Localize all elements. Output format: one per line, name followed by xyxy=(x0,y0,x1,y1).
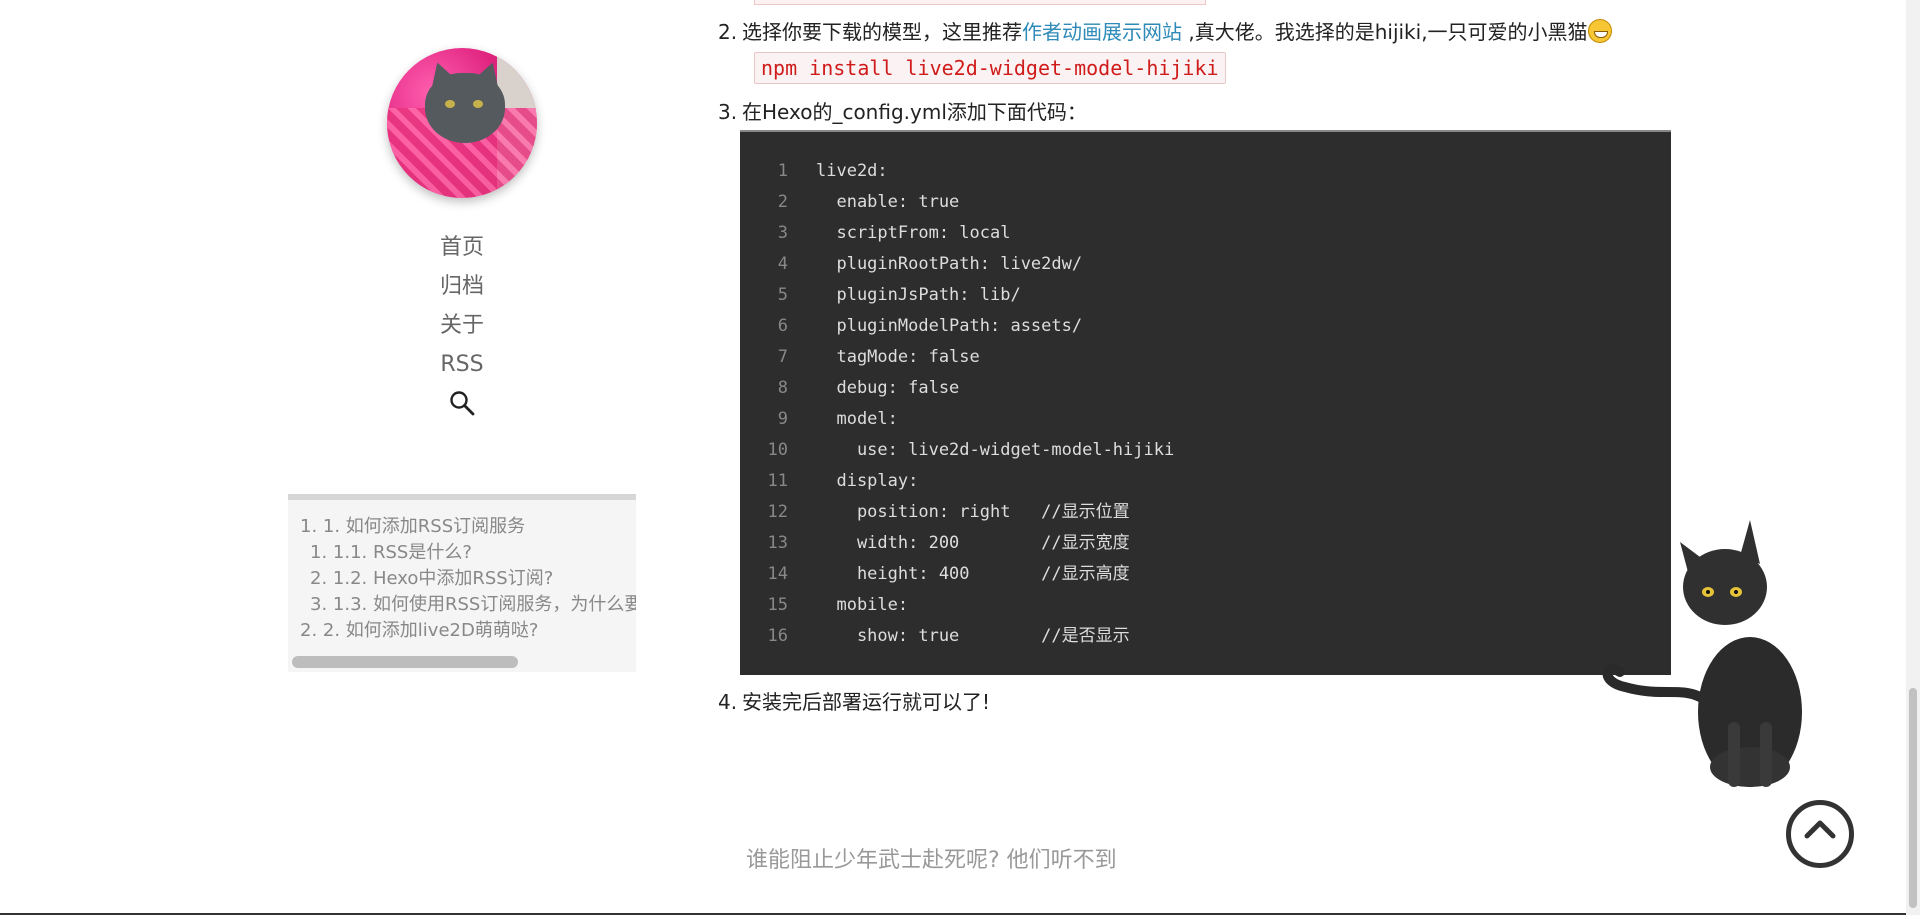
code-remnant xyxy=(754,0,1206,5)
toc-item[interactable]: 1. 1.1. RSS是什么? xyxy=(300,540,636,566)
line-number: 4 xyxy=(777,254,788,274)
code-text: show: true //是否显示 xyxy=(816,626,1130,646)
toc-horizontal-scrollbar[interactable] xyxy=(292,656,518,668)
list-text: 在Hexo的_config.yml添加下面代码： xyxy=(742,100,1087,124)
avatar[interactable] xyxy=(387,48,537,198)
code-line: 10 use: live2d-widget-model-hijiki xyxy=(740,435,1175,466)
line-number: 9 xyxy=(777,409,788,429)
code-line: 13 width: 200 //显示宽度 xyxy=(740,528,1130,559)
table-of-contents: 1. 1. 如何添加RSS订阅服务 1. 1.1. RSS是什么? 2. 1.2… xyxy=(288,494,636,672)
line-number: 15 xyxy=(767,595,788,615)
nav-archive[interactable]: 归档 xyxy=(288,267,636,306)
line-number: 10 xyxy=(767,440,788,460)
author-demo-link[interactable]: 作者动画展示网站 xyxy=(1022,20,1182,44)
toc-item[interactable]: 2. 1.2. Hexo中添加RSS订阅? xyxy=(300,566,636,592)
nav-home[interactable]: 首页 xyxy=(288,228,636,267)
back-to-top-button[interactable] xyxy=(1786,800,1854,868)
code-line: 11 display: xyxy=(740,466,919,497)
line-number: 1 xyxy=(777,161,788,181)
toc-item[interactable]: 1. 1. 如何添加RSS订阅服务 xyxy=(300,514,636,540)
line-number: 11 xyxy=(767,471,788,491)
code-text: use: live2d-widget-model-hijiki xyxy=(816,440,1175,460)
code-text: debug: false xyxy=(816,378,960,398)
line-number: 3 xyxy=(777,223,788,243)
nav-about[interactable]: 关于 xyxy=(288,306,636,345)
code-line: 6 pluginModelPath: assets/ xyxy=(740,311,1082,342)
code-line: 16 show: true //是否显示 xyxy=(740,621,1130,652)
npm-command: npm install live2d-widget-model-hijiki xyxy=(754,52,1226,84)
code-line: 3 scriptFrom: local xyxy=(740,218,1011,249)
code-text: enable: true xyxy=(816,192,960,212)
list-item-4: 4. 安装完后部署运行就可以了! xyxy=(718,686,990,715)
line-number: 16 xyxy=(767,626,788,646)
page-scrollbar[interactable] xyxy=(1906,0,1920,915)
line-number: 14 xyxy=(767,564,788,584)
code-text: tagMode: false xyxy=(816,347,980,367)
list-text: 选择你要下载的模型，这里推荐 xyxy=(742,20,1022,44)
list-text: 安装完后部署运行就可以了! xyxy=(742,690,991,714)
code-text: scriptFrom: local xyxy=(816,223,1011,243)
code-line: 5 pluginJsPath: lib/ xyxy=(740,280,1021,311)
line-number: 8 xyxy=(777,378,788,398)
toc-item[interactable]: 3. 1.3. 如何使用RSS订阅服务，为什么要 xyxy=(300,592,636,618)
sidebar: 首页 归档 关于 RSS 1. 1. 如何添加RSS订阅服务 1. 1.1. R… xyxy=(288,0,636,915)
toc-item[interactable]: 2. 2. 如何添加live2D萌萌哒? xyxy=(300,618,636,644)
line-number: 6 xyxy=(777,316,788,336)
code-text: pluginRootPath: live2dw/ xyxy=(816,254,1083,274)
code-line: 15 mobile: xyxy=(740,590,909,621)
list-number: 4. xyxy=(718,690,738,714)
code-text: pluginModelPath: assets/ xyxy=(816,316,1083,336)
footer-quote: 谁能阻止少年武士赴死呢? 他们听不到 xyxy=(746,848,1117,873)
code-line: 7 tagMode: false xyxy=(740,342,980,373)
line-number: 12 xyxy=(767,502,788,522)
list-item-2: 2. 选择你要下载的模型，这里推荐作者动画展示网站 ,真大佬。我选择的是hijik… xyxy=(718,16,1612,45)
line-number: 5 xyxy=(777,285,788,305)
code-line: 2 enable: true xyxy=(740,187,960,218)
grinning-face-icon xyxy=(1587,19,1612,43)
code-line: 4 pluginRootPath: live2dw/ xyxy=(740,249,1082,280)
main-nav: 首页 归档 关于 RSS xyxy=(288,228,636,416)
code-text: height: 400 //显示高度 xyxy=(816,564,1130,584)
code-text: position: right //显示位置 xyxy=(816,502,1130,522)
code-text: model: xyxy=(816,409,898,429)
search-icon[interactable] xyxy=(449,390,475,416)
code-text: display: xyxy=(816,471,919,491)
code-text: width: 200 //显示宽度 xyxy=(816,533,1130,553)
code-line: 8 debug: false xyxy=(740,373,960,404)
code-line: 12 position: right //显示位置 xyxy=(740,497,1130,528)
code-line: 9 model: xyxy=(740,404,898,435)
live2d-cat-widget[interactable] xyxy=(1600,512,1820,792)
list-text: ,真大佬。我选择的是hijiki,一只可爱的小黑猫 xyxy=(1182,20,1588,44)
scrollbar-thumb[interactable] xyxy=(1909,688,1917,908)
line-number: 7 xyxy=(777,347,788,367)
chevron-up-icon xyxy=(1804,820,1836,839)
code-text: pluginJsPath: lib/ xyxy=(816,285,1021,305)
code-line: 14 height: 400 //显示高度 xyxy=(740,559,1130,590)
code-block: 1 live2d: 2 enable: true 3 scriptFrom: loca… xyxy=(740,130,1671,675)
code-text: live2d: xyxy=(816,161,888,181)
code-text: mobile: xyxy=(816,595,909,615)
code-line: 1 live2d: xyxy=(740,156,888,187)
list-number: 3. xyxy=(718,100,738,124)
list-item-3: 3. 在Hexo的_config.yml添加下面代码： xyxy=(718,96,1087,125)
line-number: 13 xyxy=(767,533,788,553)
line-number: 2 xyxy=(777,192,788,212)
list-number: 2. xyxy=(718,20,738,44)
nav-rss[interactable]: RSS xyxy=(288,345,636,384)
